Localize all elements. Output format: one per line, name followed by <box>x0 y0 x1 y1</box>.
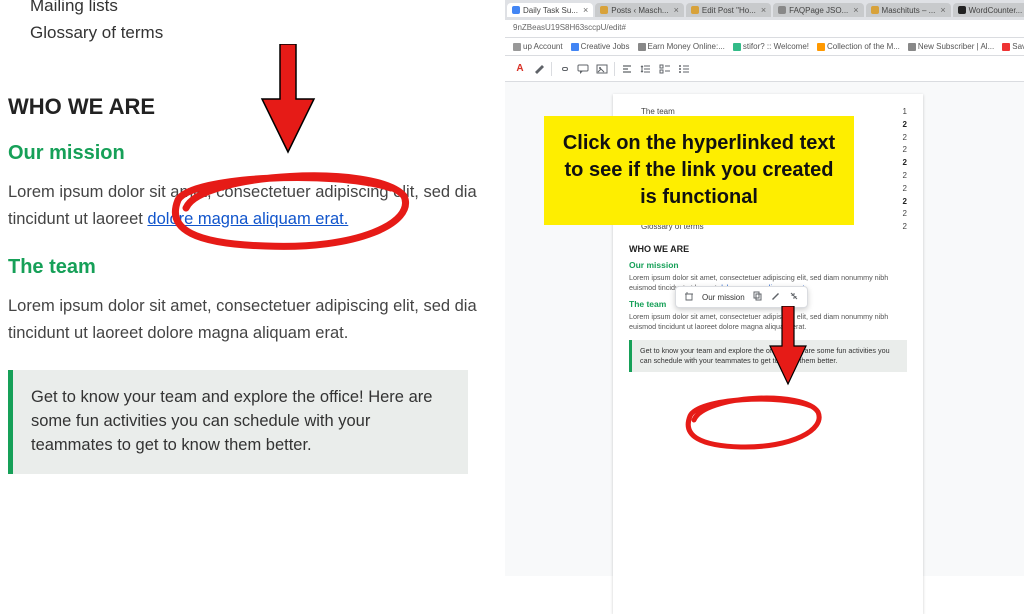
link-preview-popup: Our mission <box>675 286 808 308</box>
copy-link-button[interactable] <box>753 291 763 303</box>
insert-link-button[interactable] <box>557 62 571 76</box>
tab-close-icon[interactable]: × <box>853 5 858 15</box>
bookmark-item[interactable]: New Subscriber | Al... <box>908 42 994 51</box>
heading-the-team: The team <box>8 256 505 279</box>
bookmarks-bar: up Account Creative Jobs Earn Money Online… <box>505 38 1024 56</box>
browser-tab-strip: Daily Task Su...×Posts ‹ Masch...×Edit P… <box>505 0 1024 20</box>
remove-link-button[interactable] <box>789 291 799 303</box>
team-paragraph: Lorem ipsum dolor sit amet, consectetuer… <box>8 293 505 346</box>
bookmark-item[interactable]: Earn Money Online:... <box>638 42 725 51</box>
annotation-instruction: Click on the hyperlinked text to see if … <box>544 116 854 225</box>
tab-close-icon[interactable]: × <box>761 5 766 15</box>
nav-item-glossary: Glossary of terms <box>30 19 505 46</box>
toolbar-separator <box>551 62 552 76</box>
toc-page: 2 <box>903 144 907 157</box>
tab-favicon-icon <box>778 6 786 14</box>
browser-window: Daily Task Su...×Posts ‹ Masch...×Edit P… <box>505 0 1024 576</box>
browser-tab[interactable]: Daily Task Su... × <box>507 3 593 17</box>
line-spacing-button[interactable] <box>639 62 653 76</box>
browser-tab[interactable]: Posts ‹ Masch... × <box>595 3 684 17</box>
annotation-arrow-icon <box>768 306 808 386</box>
toc-page: 2 <box>903 157 907 170</box>
callout-box: Get to know your team and explore the of… <box>8 370 468 474</box>
heading-our-mission: Our mission <box>8 142 505 165</box>
doc-heading-mission: Our mission <box>629 260 907 270</box>
tab-label: Edit Post "Ho... <box>702 6 756 15</box>
browser-tab[interactable]: Maschituts – ... × <box>866 3 951 17</box>
bookmark-favicon-icon <box>817 43 825 51</box>
edit-link-button[interactable] <box>771 291 781 303</box>
bookmark-item[interactable]: Collection of the M... <box>817 42 900 51</box>
mission-paragraph: Lorem ipsum dolor sit amet, consectetuer… <box>8 179 505 232</box>
nav-item-mailing: Mailing lists <box>30 0 505 19</box>
toc-page: 2 <box>903 132 907 145</box>
toc-page: 2 <box>903 183 907 196</box>
docs-toolbar: A <box>505 56 1024 82</box>
bookmark-favicon-icon <box>638 43 646 51</box>
left-document-closeup: Mailing lists Glossary of terms WHO WE A… <box>0 0 505 576</box>
tab-label: Daily Task Su... <box>523 6 578 15</box>
heading-who-we-are: WHO WE ARE <box>8 94 505 120</box>
browser-tab[interactable]: Edit Post "Ho... × <box>686 3 771 17</box>
highlight-button[interactable] <box>532 62 546 76</box>
bookmark-item[interactable]: stifor? :: Welcome! <box>733 42 809 51</box>
bookmark-favicon-icon <box>733 43 741 51</box>
align-button[interactable] <box>620 62 634 76</box>
annotation-arrow-icon <box>258 44 318 154</box>
checklist-button[interactable] <box>658 62 672 76</box>
bookmark-item[interactable]: Saving the <box>1002 42 1024 51</box>
tab-close-icon[interactable]: × <box>940 5 945 15</box>
toolbar-separator <box>614 62 615 76</box>
tab-favicon-icon <box>871 6 879 14</box>
toc-page: 2 <box>903 119 907 132</box>
text-color-button[interactable]: A <box>513 62 527 76</box>
add-comment-button[interactable] <box>576 62 590 76</box>
bookmark-icon <box>684 291 694 303</box>
bookmark-item[interactable]: Creative Jobs <box>571 42 630 51</box>
bookmark-favicon-icon <box>1002 43 1010 51</box>
link-popup-label[interactable]: Our mission <box>702 293 745 302</box>
bookmark-item[interactable]: up Account <box>513 42 563 51</box>
tab-label: Maschituts – ... <box>882 6 936 15</box>
toc-page: 2 <box>903 196 907 209</box>
tab-favicon-icon <box>958 6 966 14</box>
insert-image-button[interactable] <box>595 62 609 76</box>
toc-page: 1 <box>903 106 907 119</box>
url-bar[interactable]: 9nZBeasU19S8H63sccpU/edit# <box>505 20 1024 38</box>
callout-text: Get to know your team and explore the of… <box>31 386 450 458</box>
tab-favicon-icon <box>512 6 520 14</box>
tab-close-icon[interactable]: × <box>583 5 588 15</box>
browser-tab[interactable]: WordCounter...× <box>953 3 1024 17</box>
tab-close-icon[interactable]: × <box>674 5 679 15</box>
bookmark-favicon-icon <box>571 43 579 51</box>
toc-page: 2 <box>903 208 907 221</box>
doc-heading-who: WHO WE ARE <box>629 244 907 254</box>
mission-hyperlink[interactable]: dolore magna aliquam erat. <box>147 210 348 228</box>
tab-favicon-icon <box>691 6 699 14</box>
browser-tab[interactable]: FAQPage JSO... × <box>773 3 863 17</box>
tab-favicon-icon <box>600 6 608 14</box>
bookmark-favicon-icon <box>513 43 521 51</box>
tab-label: WordCounter... <box>969 6 1023 15</box>
bookmark-favicon-icon <box>908 43 916 51</box>
bullet-list-button[interactable] <box>677 62 691 76</box>
tab-label: FAQPage JSO... <box>789 6 848 15</box>
tab-label: Posts ‹ Masch... <box>611 6 668 15</box>
toc-page: 2 <box>903 221 907 234</box>
toc-page: 2 <box>903 170 907 183</box>
